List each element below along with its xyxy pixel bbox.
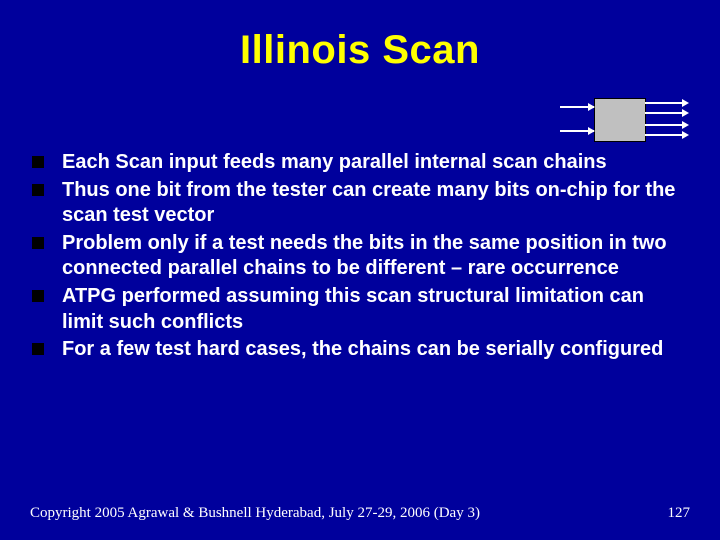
arrow-icon — [682, 109, 689, 117]
bullet-item: Problem only if a test needs the bits in… — [30, 231, 690, 282]
slide-title: Illinois Scan — [0, 0, 720, 83]
diagram-output-line — [645, 134, 685, 136]
arrow-icon — [682, 121, 689, 129]
bullet-item: ATPG performed assuming this scan struct… — [30, 284, 690, 335]
footer-page-number: 127 — [668, 505, 691, 522]
footer-copyright: Copyright 2005 Agrawal & Bushnell Hydera… — [30, 505, 480, 522]
slide: Illinois Scan Each Scan input feeds many… — [0, 0, 720, 540]
slide-body: Each Scan input feeds many parallel inte… — [30, 150, 690, 365]
diagram-output-line — [645, 102, 685, 104]
arrow-icon — [588, 127, 595, 135]
diagram-output-line — [645, 124, 685, 126]
bullet-list: Each Scan input feeds many parallel inte… — [30, 150, 690, 363]
arrow-icon — [588, 103, 595, 111]
bullet-item: Thus one bit from the tester can create … — [30, 178, 690, 229]
fanout-box — [594, 98, 646, 142]
slide-footer: Copyright 2005 Agrawal & Bushnell Hydera… — [30, 505, 690, 522]
arrow-icon — [682, 131, 689, 139]
bullet-item: For a few test hard cases, the chains ca… — [30, 337, 690, 363]
bullet-item: Each Scan input feeds many parallel inte… — [30, 150, 690, 176]
scan-fanout-diagram — [560, 82, 690, 152]
diagram-output-line — [645, 112, 685, 114]
arrow-icon — [682, 99, 689, 107]
